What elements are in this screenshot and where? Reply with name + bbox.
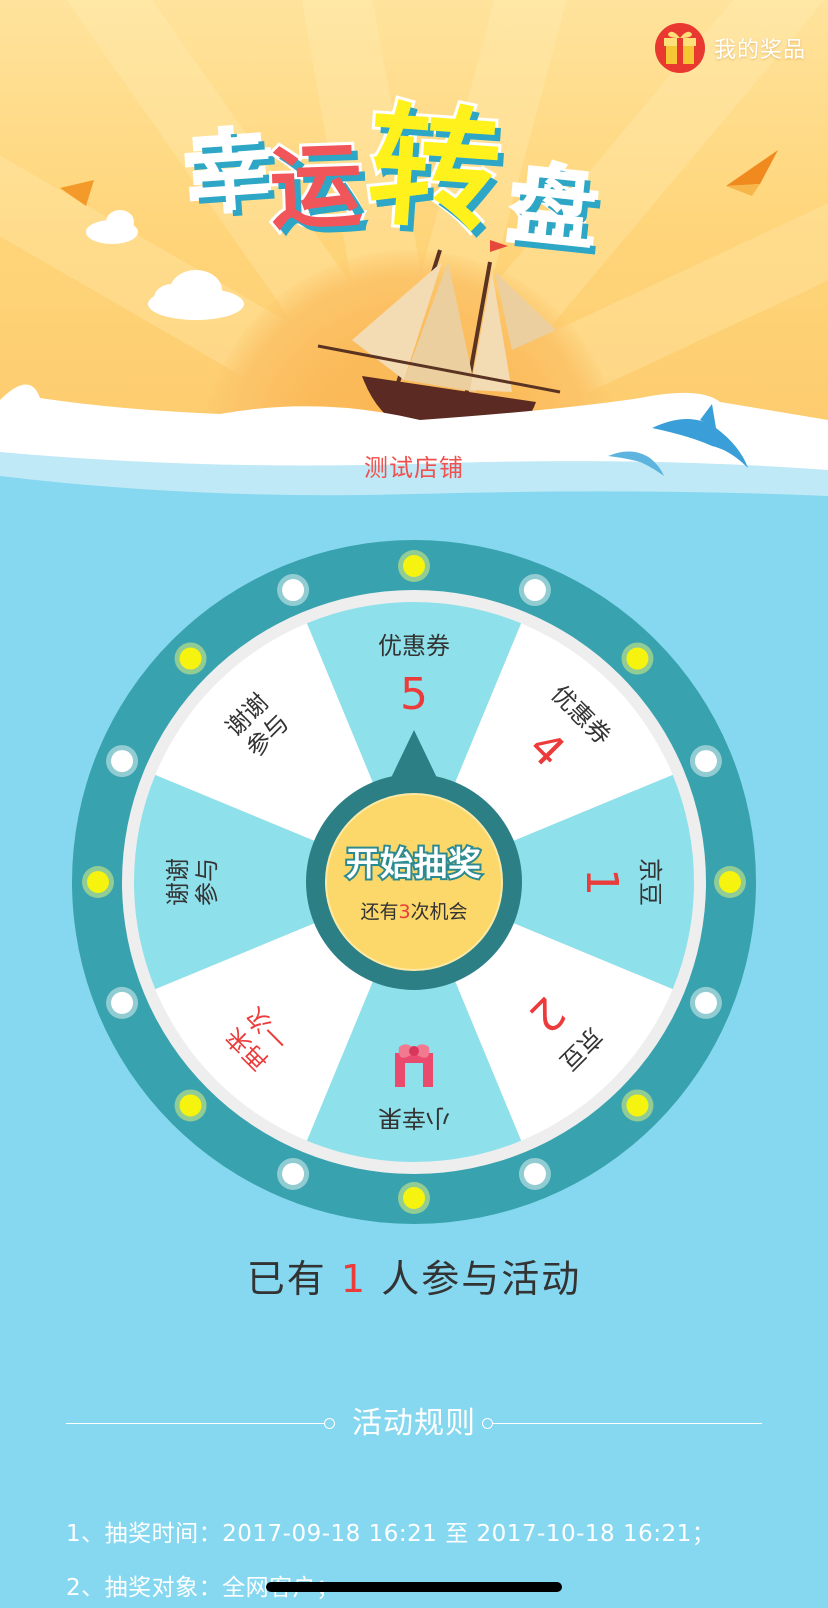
wheel-light [403,555,425,577]
wheel-light [179,1094,202,1117]
participant-suffix: 人参与活动 [381,1257,582,1301]
wheel-segment-content: 谢谢参与 [164,822,222,942]
ribbon-gift-icon [387,1037,441,1091]
wheel-segment-content: 小幸果 [354,1037,474,1132]
prize-name: 京豆 [636,858,664,906]
start-draw-button[interactable]: 开始抽奖 还有3次机会 [317,785,511,979]
my-prizes-button[interactable]: 我的奖品 [654,22,806,74]
lucky-wheel-page: 幸 运 转 盘 我的奖品 测试店铺 优惠券 5 优惠券 4 京豆 1 京豆 2 … [0,0,828,1608]
prize-name: 谢谢参与 [164,858,221,906]
rules-heading: 活动规则 [66,1404,762,1444]
title-char-4: 盘 [502,152,604,266]
wheel-light [282,579,305,602]
kite-left-icon [60,180,94,206]
participant-prefix: 已有 [246,1257,327,1301]
title-char-2: 运 [265,129,367,245]
hero-banner: 幸 运 转 盘 我的奖品 测试店铺 [0,0,828,510]
wheel-light [523,579,546,602]
wheel-light [626,1094,649,1117]
prize-amount: 1 [576,868,628,896]
participant-count-text: 已有 1 人参与活动 [0,1248,828,1303]
wheel-light [282,1162,305,1185]
wheel-light [626,647,649,670]
participant-count: 1 [340,1257,368,1301]
prize-amount: 5 [400,668,428,720]
wheel-segment-content: 优惠券 5 [354,632,474,719]
prize-name: 小幸果 [378,1104,450,1132]
remaining-count: 3 [398,901,411,923]
wheel-light [87,871,109,893]
kite-right-icon [726,150,778,186]
wheel-light [694,991,717,1014]
wheel-light [719,871,741,893]
remaining-prefix: 还有 [360,901,399,923]
wheel-light [523,1162,546,1185]
remaining-suffix: 次机会 [410,901,468,923]
wheel-segment-content: 京豆 1 [576,822,664,942]
lucky-wheel-title-art: 幸 运 转 盘 [170,86,670,300]
prize-wheel: 优惠券 5 优惠券 4 京豆 1 京豆 2 小幸果 再来一次 谢谢参与 谢谢参与 开始抽奖 还有3次机… [72,540,756,1224]
shop-name: 测试店铺 [364,454,464,482]
title-char-3: 转 [360,86,508,255]
title-char-1: 幸 [180,117,279,229]
home-indicator[interactable] [266,1582,562,1592]
wheel-light [403,1187,425,1209]
remaining-chances-text: 还有3次机会 [317,897,511,924]
gift-icon [654,23,705,73]
prize-name: 优惠券 [378,632,450,660]
wheel-light [111,750,134,773]
start-draw-label: 开始抽奖 [344,842,483,885]
rule-item: 1、抽奖时间：2017-09-18 16:21 至 2017-10-18 16:… [66,1521,716,1547]
wheel-light [179,647,202,670]
wheel-light [111,991,134,1014]
my-prizes-label: 我的奖品 [713,38,806,63]
wheel-light [694,750,717,773]
rules-title: 活动规则 [352,1406,476,1441]
cloud-small-icon [86,210,138,244]
